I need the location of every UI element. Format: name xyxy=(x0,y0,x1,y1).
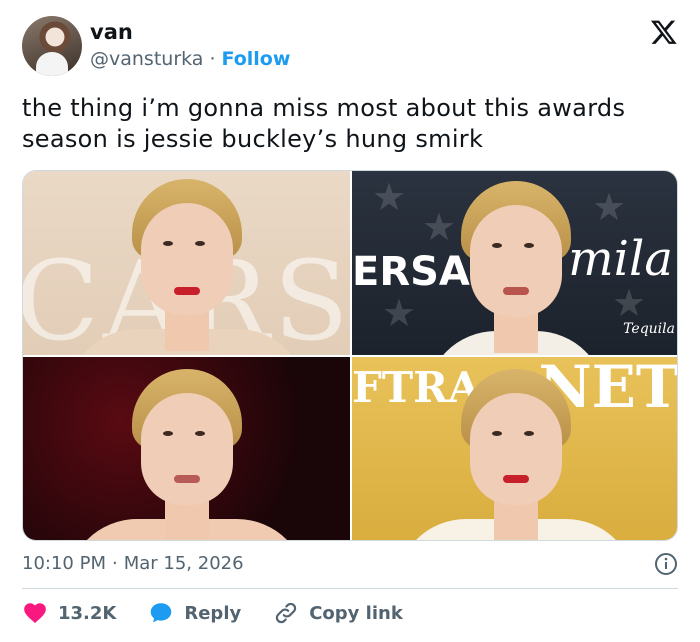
person-figure xyxy=(66,369,307,540)
x-logo-icon[interactable] xyxy=(650,18,678,46)
action-bar: 13.2K Reply Copy link xyxy=(22,600,435,626)
handle-row: @vansturka · Follow xyxy=(90,48,290,70)
like-button[interactable]: 13.2K xyxy=(22,600,116,626)
reply-button[interactable]: Reply xyxy=(148,600,241,626)
photo-grid: CARS ★ ★ ★ ★ ★ ERSA mila Tequila xyxy=(22,170,678,541)
avatar[interactable] xyxy=(22,16,82,76)
copy-link-button[interactable]: Copy link xyxy=(273,600,403,626)
info-icon[interactable] xyxy=(654,552,678,576)
person-figure xyxy=(396,181,636,355)
follow-button[interactable]: Follow xyxy=(222,48,291,70)
copy-link-label: Copy link xyxy=(309,602,403,624)
avatar-figure xyxy=(36,52,68,76)
author-handle[interactable]: @vansturka xyxy=(90,48,203,70)
photo-red-carpet[interactable] xyxy=(23,357,350,540)
likes-count: 13.2K xyxy=(58,602,117,624)
timestamp-time[interactable]: 10:10 PM xyxy=(22,553,106,574)
photo-oscars[interactable]: CARS xyxy=(23,171,350,355)
timestamp-separator: · xyxy=(111,553,118,574)
tweet-text: the thing i’m gonna miss most about this… xyxy=(22,94,626,153)
reply-label: Reply xyxy=(184,602,242,624)
heart-icon xyxy=(24,603,46,624)
reply-bubble-icon xyxy=(151,603,172,623)
author-name[interactable]: van xyxy=(90,20,133,44)
divider xyxy=(22,588,678,589)
timestamp[interactable]: 10:10 PM · Mar 15, 2026 xyxy=(22,553,244,574)
timestamp-date[interactable]: Mar 15, 2026 xyxy=(124,553,244,574)
person-figure xyxy=(395,369,636,540)
person-figure xyxy=(66,179,307,355)
link-icon xyxy=(276,602,297,624)
photo-critics-choice[interactable]: ★ ★ ★ ★ ★ ERSA mila Tequila xyxy=(352,171,677,355)
handle-separator: · xyxy=(209,48,216,70)
photo-bafta-netflix[interactable]: FTRA NET xyxy=(352,357,677,540)
